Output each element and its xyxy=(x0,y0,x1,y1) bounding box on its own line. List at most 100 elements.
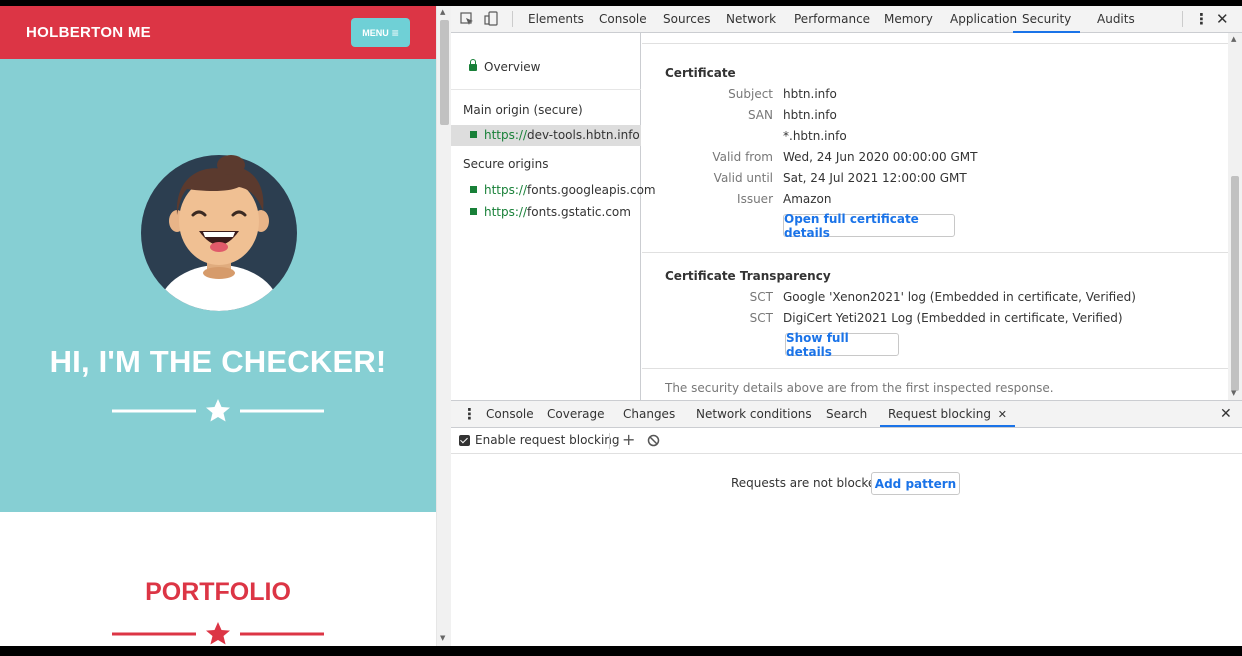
drawer-tab-search[interactable]: Search xyxy=(826,401,867,427)
drawer-tab-changes[interactable]: Changes xyxy=(623,401,675,427)
close-tab-icon[interactable]: ✕ xyxy=(998,408,1007,421)
drawer-tab-label: Request blocking xyxy=(888,407,991,421)
cert-issuer-label: Issuer xyxy=(737,192,773,206)
device-toolbar-icon[interactable] xyxy=(484,11,500,27)
scroll-thumb[interactable] xyxy=(440,20,449,125)
sidebar-divider xyxy=(451,89,641,90)
request-blocking-toolbar: Enable request blocking + xyxy=(451,428,1242,454)
tab-memory[interactable]: Memory xyxy=(884,6,933,33)
inspect-element-icon[interactable] xyxy=(459,11,475,27)
origin-scheme: https:// xyxy=(484,128,528,142)
drawer-tab-request-blocking[interactable]: Request blocking ✕ xyxy=(880,401,1016,427)
cert-valid-until-label: Valid until xyxy=(713,171,773,185)
security-details: Certificate Subject hbtn.info SAN hbtn.i… xyxy=(642,33,1228,400)
origin-scheme: https:// xyxy=(484,205,528,219)
toolbar-separator xyxy=(609,433,610,449)
sct-label: SCT xyxy=(749,311,773,325)
lock-icon xyxy=(469,59,477,71)
scroll-down-icon[interactable]: ▼ xyxy=(440,634,445,642)
hero-title: HI, I'M THE CHECKER! xyxy=(49,344,387,379)
portfolio-title: PORTFOLIO xyxy=(145,578,291,606)
cert-san-value-2: *.hbtn.info xyxy=(783,129,847,143)
hero-section: HI, I'M THE CHECKER! xyxy=(0,59,436,512)
menu-button[interactable]: MENU ≡ xyxy=(351,18,410,47)
secure-indicator-icon xyxy=(470,131,477,138)
website-viewport: HOLBERTON ME MENU ≡ HI, I'M THE CHECKER!… xyxy=(0,6,436,646)
cert-san-value: hbtn.info xyxy=(783,108,837,122)
devtools-tabbar: Elements Console Sources Network Perform… xyxy=(451,6,1242,33)
certificate-title: Certificate xyxy=(665,66,736,80)
hero-star-divider xyxy=(112,399,324,422)
sct-label: SCT xyxy=(749,290,773,304)
site-brand[interactable]: HOLBERTON ME xyxy=(26,24,151,41)
origin-host: fonts.gstatic.com xyxy=(527,205,631,219)
tab-performance[interactable]: Performance xyxy=(794,6,870,33)
section-divider xyxy=(642,252,1228,253)
clear-patterns-icon[interactable] xyxy=(647,434,660,447)
sidebar-item-origin[interactable]: https://fonts.gstatic.com xyxy=(470,205,631,219)
sidebar-item-origin[interactable]: https://fonts.googleapis.com xyxy=(470,183,656,197)
cert-subject-label: Subject xyxy=(728,87,773,101)
scroll-thumb[interactable] xyxy=(1231,176,1239,391)
add-pattern-button[interactable]: Add pattern xyxy=(871,472,960,495)
website-scrollbar[interactable]: ▲ ▼ xyxy=(436,6,451,646)
sidebar-item-main-origin[interactable]: https://dev-tools.hbtn.info xyxy=(470,128,640,142)
menu-label: MENU xyxy=(362,27,389,38)
toolbar-separator xyxy=(1182,11,1183,27)
star-icon xyxy=(206,399,230,422)
tab-console[interactable]: Console xyxy=(599,6,647,33)
origin-host: dev-tools.hbtn.info xyxy=(527,128,640,142)
enable-blocking-label[interactable]: Enable request blocking xyxy=(475,433,620,447)
devtools-panel: Elements Console Sources Network Perform… xyxy=(451,6,1242,646)
empty-state-text: Requests are not blocked. xyxy=(731,476,887,490)
sct-value: DigiCert Yeti2021 Log (Embedded in certi… xyxy=(783,311,1123,325)
section-divider xyxy=(642,368,1228,369)
scroll-down-icon[interactable]: ▼ xyxy=(1231,389,1236,397)
close-devtools-icon[interactable]: ✕ xyxy=(1216,6,1229,33)
cert-subject-value: hbtn.info xyxy=(783,87,837,101)
drawer-tab-network-conditions[interactable]: Network conditions xyxy=(696,401,812,427)
cert-issuer-value: Amazon xyxy=(783,192,832,206)
cert-valid-from-label: Valid from xyxy=(712,150,773,164)
add-pattern-icon[interactable]: + xyxy=(622,430,635,449)
secure-indicator-icon xyxy=(470,186,477,193)
toolbar-separator xyxy=(512,11,513,27)
security-note: The security details above are from the … xyxy=(665,381,1054,395)
tab-elements[interactable]: Elements xyxy=(528,6,584,33)
sidebar-item-overview[interactable]: Overview xyxy=(469,59,541,74)
avatar xyxy=(141,155,297,311)
drawer-tabbar: ⋮ Console Coverage Changes Network condi… xyxy=(451,400,1242,428)
hamburger-icon: ≡ xyxy=(391,25,399,40)
scroll-up-icon[interactable]: ▲ xyxy=(440,8,445,16)
site-navbar: HOLBERTON ME MENU ≡ xyxy=(0,6,436,59)
portfolio-star-divider xyxy=(112,622,324,645)
cert-san-label: SAN xyxy=(747,108,773,122)
show-full-details-button[interactable]: Show full details xyxy=(785,331,899,359)
tab-audits[interactable]: Audits xyxy=(1097,6,1135,33)
star-icon xyxy=(206,622,230,645)
tab-network[interactable]: Network xyxy=(726,6,776,33)
main-origin-heading: Main origin (secure) xyxy=(463,103,583,117)
cert-valid-until-value: Sat, 24 Jul 2021 12:00:00 GMT xyxy=(783,171,967,185)
drawer-menu-icon[interactable]: ⋮ xyxy=(462,401,477,427)
tab-application[interactable]: Application xyxy=(950,6,1017,33)
origin-host: fonts.googleapis.com xyxy=(527,183,656,197)
drawer-tab-coverage[interactable]: Coverage xyxy=(547,401,605,427)
secure-origins-heading: Secure origins xyxy=(463,157,549,171)
security-sidebar: Overview Main origin (secure) https://de… xyxy=(451,33,656,400)
cert-valid-from-value: Wed, 24 Jun 2020 00:00:00 GMT xyxy=(783,150,978,164)
overview-label: Overview xyxy=(484,60,541,74)
tab-sources[interactable]: Sources xyxy=(663,6,710,33)
section-divider xyxy=(642,43,1228,44)
sct-value: Google 'Xenon2021' log (Embedded in cert… xyxy=(783,290,1136,304)
tab-security[interactable]: Security xyxy=(1013,6,1081,33)
origin-scheme: https:// xyxy=(484,183,528,197)
scroll-up-icon[interactable]: ▲ xyxy=(1231,35,1236,43)
open-certificate-button[interactable]: Open full certificate details xyxy=(783,212,955,240)
enable-blocking-checkbox[interactable] xyxy=(459,435,470,446)
security-scrollbar[interactable]: ▲ ▼ xyxy=(1228,33,1242,400)
more-options-icon[interactable]: ⋮ xyxy=(1194,6,1209,33)
secure-indicator-icon xyxy=(470,208,477,215)
drawer-tab-console[interactable]: Console xyxy=(486,401,534,427)
close-drawer-icon[interactable]: ✕ xyxy=(1220,401,1232,427)
